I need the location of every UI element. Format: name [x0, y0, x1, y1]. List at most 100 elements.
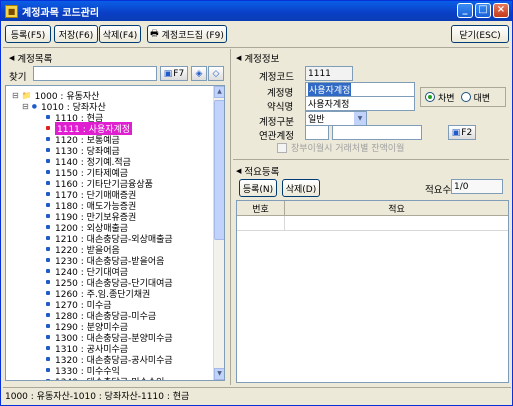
item-bullet-icon: [46, 126, 50, 130]
code-field[interactable]: 1111: [305, 66, 353, 81]
linked-label: 연관계정: [259, 131, 294, 142]
item-bullet-icon: [46, 137, 50, 141]
item-bullet-icon: [46, 192, 50, 196]
memo-count-field: 1/0: [451, 179, 503, 194]
item-bullet-icon: [46, 225, 50, 229]
scroll-thumb[interactable]: [214, 100, 224, 240]
type-label: 계정구분: [259, 117, 294, 128]
name-field-value: 사용자계정: [308, 83, 352, 96]
scroll-down-icon[interactable]: ▼: [214, 368, 224, 380]
linked-code-field[interactable]: [305, 125, 329, 140]
account-info-title-text: 계정정보: [244, 54, 280, 65]
folder-icon: 📁: [21, 90, 32, 100]
eraser-icon: ◇: [212, 68, 220, 79]
title-bar: ■ 계정과목 코드관리 _ □ ×: [1, 1, 512, 21]
item-bullet-icon: [46, 148, 50, 152]
memo-count-label: 적요수:: [425, 185, 455, 196]
save-button[interactable]: 저장(F6): [54, 25, 98, 43]
search-input[interactable]: [33, 66, 157, 81]
item-bullet-icon: [46, 302, 50, 306]
item-bullet-icon: [46, 214, 50, 218]
item-bullet-icon: [46, 379, 50, 380]
linked-search-label: F2: [461, 127, 473, 138]
table-row[interactable]: [237, 216, 508, 231]
table-cell: [237, 216, 285, 231]
item-bullet-icon: [46, 258, 50, 262]
panel-arrow-icon: ◀: [236, 54, 242, 62]
printer-icon: 🖶: [150, 29, 159, 39]
section-divider: [233, 159, 509, 160]
short-name-label: 약식명: [267, 102, 294, 113]
item-bullet-icon: [46, 203, 50, 207]
credit-radio[interactable]: [460, 92, 471, 102]
account-info-title: ◀ 계정정보: [236, 51, 279, 65]
item-bullet-icon: [46, 324, 50, 328]
item-bullet-icon: [46, 181, 50, 185]
account-code-window: ■ 계정과목 코드관리 _ □ × 등록(F5) 저장(F6) 삭제(F4) 🖶…: [0, 0, 513, 406]
maximize-button[interactable]: □: [475, 3, 491, 18]
collapse-toggle-icon[interactable]: ⊟: [22, 102, 29, 111]
item-bullet-icon: [46, 170, 50, 174]
toolbar: 등록(F5) 저장(F6) 삭제(F4) 🖶 계정코드집 (F9) 닫기(ESC…: [3, 25, 511, 45]
search-button[interactable]: ▣ F7: [160, 66, 188, 81]
search-icon: ▣: [163, 68, 173, 79]
node-icon: ●: [31, 102, 37, 110]
scroll-up-icon[interactable]: ▲: [214, 86, 224, 98]
tree-item-label: 1340 : 대손충당금-미수수익: [55, 375, 164, 381]
filter-button[interactable]: ◈: [191, 66, 207, 81]
item-bullet-icon: [46, 368, 50, 372]
debit-credit-group: 차변 대변: [420, 87, 506, 107]
ledger-carryover-checkbox[interactable]: [277, 142, 287, 153]
toolbar-divider: [3, 47, 509, 48]
delete-button[interactable]: 삭제(F4): [99, 25, 141, 43]
lookup-icon: ▣: [451, 127, 461, 138]
item-bullet-icon: [46, 313, 50, 317]
ledger-carryover-option[interactable]: 장부이월시 거래처별 잔액이월: [277, 141, 404, 154]
collapse-toggle-icon[interactable]: ⊟: [12, 91, 19, 100]
item-bullet-icon: [46, 247, 50, 251]
item-bullet-icon: [46, 159, 50, 163]
code-book-button[interactable]: 🖶 계정코드집 (F9): [147, 25, 227, 43]
name-label: 계정명: [267, 88, 294, 99]
app-icon: ■: [5, 4, 18, 18]
tree-item[interactable]: 1340 : 대손충당금-미수수익: [46, 375, 164, 381]
search-label: 찾기: [9, 72, 27, 83]
item-bullet-icon: [46, 291, 50, 295]
status-bar: 1000 : 유동자산-1010 : 당좌자산-1110 : 현금: [3, 387, 511, 403]
memo-delete-button[interactable]: 삭제(D): [282, 179, 320, 197]
code-label: 계정코드: [259, 72, 294, 83]
ledger-carryover-label: 장부이월시 거래처별 잔액이월: [291, 144, 405, 154]
col-no-header: 번호: [237, 201, 285, 216]
memo-title-text: 적요등록: [244, 167, 280, 178]
memo-register-button[interactable]: 등록(N): [239, 179, 277, 197]
memo-grid[interactable]: 번호 적요: [236, 200, 509, 383]
item-bullet-icon: [46, 335, 50, 339]
type-select-value: 일반: [308, 115, 325, 125]
short-name-field[interactable]: 사용자계정: [305, 96, 415, 111]
name-field[interactable]: 사용자계정: [305, 82, 415, 97]
minimize-button[interactable]: _: [457, 3, 473, 18]
item-bullet-icon: [46, 357, 50, 361]
debit-radio[interactable]: [425, 92, 435, 102]
account-list-title: ◀ 계정목록: [9, 51, 52, 65]
account-list-title-text: 계정목록: [17, 54, 53, 65]
memo-grid-header: 번호 적요: [237, 201, 508, 216]
linked-search-button[interactable]: ▣ F2: [448, 125, 476, 140]
panel-divider: [230, 49, 231, 385]
panel-arrow-icon: ◀: [9, 54, 15, 62]
item-bullet-icon: [46, 115, 50, 119]
panel-arrow-icon: ◀: [236, 167, 242, 175]
tree-scrollbar[interactable]: ▲ ▼: [213, 86, 224, 380]
close-window-button[interactable]: ×: [493, 3, 509, 18]
clear-button[interactable]: ◇: [208, 66, 224, 81]
close-button[interactable]: 닫기(ESC): [451, 25, 509, 43]
item-bullet-icon: [46, 236, 50, 240]
col-memo-header: 적요: [388, 205, 405, 215]
memo-title: ◀ 적요등록: [236, 164, 279, 178]
window-title: 계정과목 코드관리: [22, 7, 100, 19]
register-button[interactable]: 등록(F5): [5, 25, 51, 43]
credit-label: 대변: [473, 93, 491, 104]
type-select[interactable]: 일반 ▼: [305, 111, 367, 126]
account-tree[interactable]: ⊟ 📁 1000 : 유동자산 ⊟ ● 1010 : 당좌자산 1110 : 현금 1111 …: [5, 85, 225, 381]
linked-name-field[interactable]: [332, 125, 422, 140]
